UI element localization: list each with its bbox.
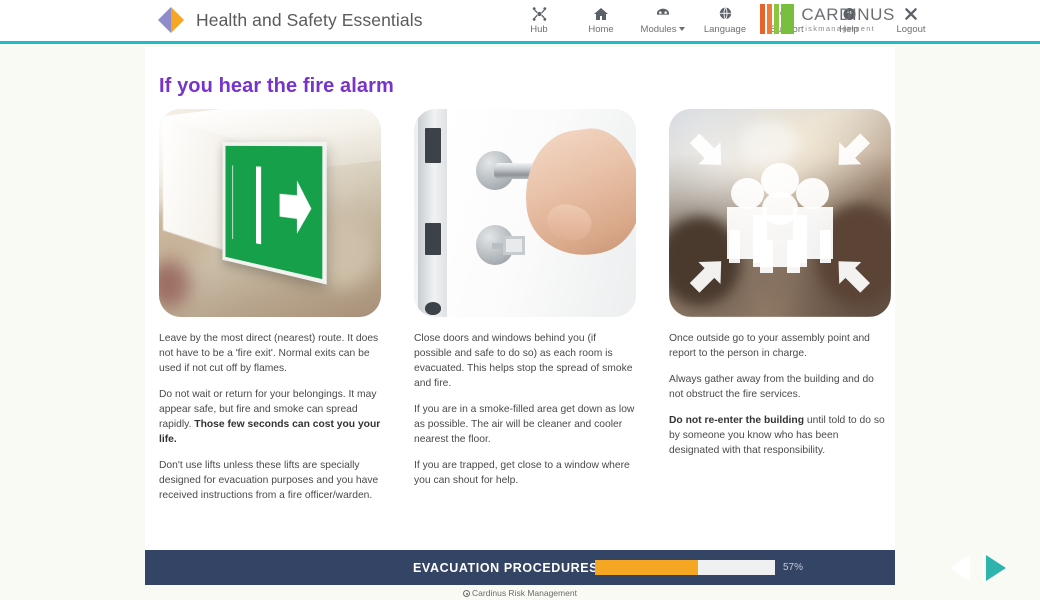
- app-header: Health and Safety Essentials Hub Home Mo…: [0, 0, 1040, 44]
- nav-item-language[interactable]: Language: [694, 5, 756, 35]
- nav-label-language: Language: [703, 24, 747, 35]
- module-name: EVACUATION PROCEDURES: [413, 560, 599, 575]
- column-1-text: Leave by the most direct (nearest) route…: [159, 331, 381, 503]
- assembly-point-photo: [669, 109, 891, 317]
- copyright-text: Cardinus Risk Management: [472, 588, 577, 598]
- assembly-point-icon: [669, 109, 891, 317]
- progress-bar: [595, 560, 775, 575]
- previous-page-button[interactable]: [950, 554, 970, 581]
- progress-bar-fill: [595, 560, 698, 575]
- content-column-3: Once outside go to your assembly point a…: [669, 109, 891, 514]
- exit-sign-graphic: [222, 142, 328, 285]
- module-footer-bar: EVACUATION PROCEDURES 57%: [145, 550, 1009, 585]
- chevron-down-icon: [679, 27, 686, 32]
- nav-label-home: Home: [588, 24, 614, 35]
- paragraph: Don't use lifts unless these lifts are s…: [159, 460, 379, 501]
- fire-exit-sign-photo: [159, 109, 381, 317]
- page-title: If you hear the fire alarm: [159, 75, 394, 97]
- copyright-notice: Cardinus Risk Management: [0, 588, 1040, 598]
- paragraph: If you are in a smoke-filled area get do…: [414, 404, 635, 445]
- cardinus-tagline: riskmanagement: [801, 23, 876, 33]
- next-page-button[interactable]: [986, 554, 1006, 581]
- cardinus-bars-icon: [760, 4, 795, 34]
- modules-icon: [632, 5, 694, 22]
- nav-item-modules[interactable]: Modules: [632, 5, 694, 35]
- cardinus-logo: CARDINUS riskmanagement: [760, 4, 895, 34]
- paragraph: Always gather away from the building and…: [669, 374, 874, 400]
- door-handle-photo: [414, 109, 636, 317]
- nav-label-hub: Hub: [530, 24, 548, 35]
- paragraph: Leave by the most direct (nearest) route…: [159, 333, 379, 374]
- column-2-text: Close doors and windows behind you (if p…: [414, 331, 636, 488]
- content-columns: Leave by the most direct (nearest) route…: [159, 109, 892, 514]
- paragraph: Do not re-enter the building until told …: [669, 415, 885, 456]
- brand-title: Health and Safety Essentials: [196, 9, 423, 30]
- paragraph: Do not wait or return for your belonging…: [159, 389, 381, 445]
- cardinus-name: CARDINUS: [801, 4, 895, 24]
- hub-network-icon: [508, 5, 570, 22]
- brand: Health and Safety Essentials: [158, 7, 423, 33]
- content-column-2: Close doors and windows behind you (if p…: [414, 109, 636, 514]
- paragraph: Once outside go to your assembly point a…: [669, 333, 870, 359]
- nav-item-home[interactable]: Home: [570, 5, 632, 35]
- progress-percent-label: 57%: [783, 562, 804, 573]
- content-column-1: Leave by the most direct (nearest) route…: [159, 109, 381, 514]
- globe-icon: [694, 5, 756, 22]
- home-icon: [570, 5, 632, 22]
- copyright-icon: [463, 590, 471, 597]
- paragraph: If you are trapped, get close to a windo…: [414, 460, 630, 486]
- diamond-logo-icon: [158, 7, 184, 33]
- nav-label-modules: Modules: [632, 24, 694, 35]
- column-3-text: Once outside go to your assembly point a…: [669, 331, 891, 458]
- nav-item-hub[interactable]: Hub: [508, 5, 570, 35]
- content-panel: If you hear the fire alarm Leave by the …: [145, 47, 895, 550]
- paragraph: Close doors and windows behind you (if p…: [414, 333, 633, 389]
